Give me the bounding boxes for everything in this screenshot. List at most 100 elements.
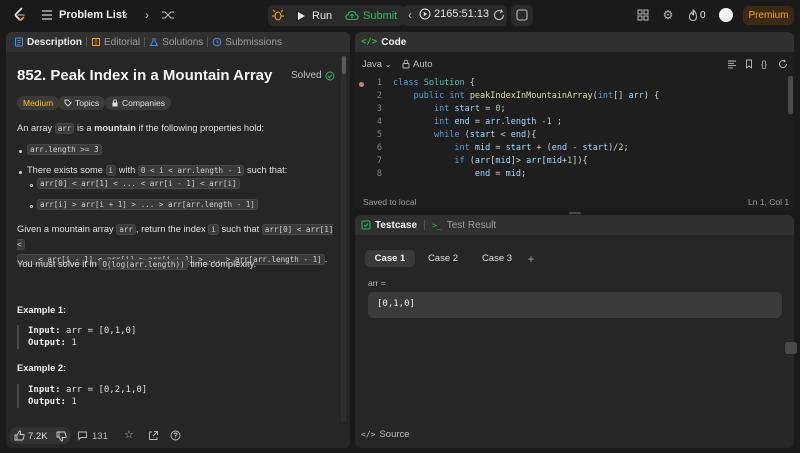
tab-editorial[interactable]: Editorial: [87, 32, 144, 52]
comment-icon[interactable]: [77, 430, 88, 441]
companies-button[interactable]: Companies: [105, 96, 171, 110]
run-button[interactable]: Run: [291, 5, 337, 26]
user-avatar[interactable]: [719, 8, 733, 22]
problem-list-link[interactable]: Problem List: [59, 9, 126, 21]
code-scrollbar[interactable]: [788, 76, 793, 114]
testcase-header: Testcase >_ Test Result: [355, 215, 794, 235]
input-param-field[interactable]: [0,1,0]: [368, 292, 782, 318]
code-line: public int peakIndexInMountainArray(int[…: [413, 91, 660, 101]
settings-gear-icon[interactable]: ⚙: [661, 8, 675, 22]
problem-title: 852. Peak Index in a Mountain Array: [17, 67, 273, 84]
tab-solutions-label: Solutions: [162, 36, 204, 48]
description-scrollbar[interactable]: [341, 56, 346, 424]
streak-count: 0: [700, 9, 706, 21]
panel-resize-handle[interactable]: [569, 212, 581, 214]
chevron-down-icon: ⌄: [384, 59, 392, 69]
debug-bug-icon[interactable]: [271, 8, 285, 22]
inline-code: arr: [116, 224, 136, 235]
shuffle-icon[interactable]: [161, 8, 175, 22]
tab-testcase[interactable]: Testcase: [375, 220, 417, 231]
inline-code: 0 < i < arr.length - 1: [137, 165, 245, 176]
description-scrollbar-thumb[interactable]: [342, 56, 346, 74]
tag-icon: [64, 99, 72, 107]
add-case-button[interactable]: +: [522, 250, 540, 267]
streak-flame-icon[interactable]: [686, 8, 700, 22]
solved-label: Solved: [291, 70, 322, 81]
tab-submissions[interactable]: Submissions: [208, 32, 286, 52]
help-question-icon[interactable]: [170, 430, 181, 441]
desc-text: with: [116, 165, 138, 175]
code-area[interactable]: 1 2 3 4 5 6 7 8 class Solution { public …: [355, 76, 794, 186]
bullet-dot: [19, 171, 22, 174]
solutions-flask-icon: [149, 38, 159, 46]
code-line: while (start < end){: [433, 130, 537, 140]
timer[interactable]: 2165:51:13: [419, 8, 489, 20]
tab-test-result[interactable]: Test Result: [447, 220, 496, 231]
bullet-dot: [19, 150, 22, 153]
timer-collapse-chevron-icon[interactable]: ‹: [403, 8, 417, 22]
note-icon[interactable]: [515, 8, 529, 22]
case-1-tab[interactable]: Case 1: [365, 250, 415, 267]
problem-list-icon[interactable]: [41, 9, 53, 21]
desc-text: such that:: [244, 165, 288, 175]
tab-solutions[interactable]: Solutions: [145, 32, 207, 52]
chevron-left-icon[interactable]: ‹: [119, 8, 133, 22]
example-1-title: Example 1:: [17, 305, 67, 315]
bullet-2: There exists some i with 0 < i < arr.len…: [27, 165, 288, 176]
source-toggle[interactable]: </> Source: [361, 429, 410, 440]
auto-mode[interactable]: Auto: [413, 59, 433, 70]
sub-bullet-1: arr[0] < arr[1] < ... < arr[i - 1] < arr…: [37, 178, 240, 189]
floating-helper-button[interactable]: [785, 342, 797, 354]
code-editor-panel: </> Code Java ⌄ Auto {} 1 2 3 4 5 6 7 8 …: [355, 32, 794, 210]
example-1-output: Output: 1: [28, 337, 337, 349]
submit-button[interactable]: Submit: [341, 5, 401, 26]
reset-code-icon[interactable]: [778, 59, 788, 69]
code-brackets-icon: </>: [361, 37, 378, 47]
inline-code: O(log(arr.length)): [99, 259, 188, 270]
example-2-output: Output: 1: [28, 396, 337, 408]
terminal-icon: >_: [432, 220, 442, 230]
comment-count: 131: [92, 431, 108, 442]
desc-bold: mountain: [94, 123, 136, 133]
tab-description[interactable]: Description: [10, 32, 86, 52]
chevron-right-icon[interactable]: ›: [140, 8, 154, 22]
desc-text: Given a mountain array: [17, 224, 117, 234]
layout-grid-icon[interactable]: [636, 8, 650, 22]
language-select[interactable]: Java ⌄: [362, 59, 391, 70]
play-icon: [298, 11, 305, 20]
code-line: if (arr[mid]> arr[mid+1]){: [454, 156, 588, 166]
example-1-block: Input: arr = [0,1,0] Output: 1: [17, 325, 337, 349]
thumbs-up-icon[interactable]: [14, 430, 25, 441]
output-value: 1: [71, 397, 77, 407]
line-number: 2: [376, 91, 382, 101]
code-line: int mid = start + (end - start)/2;: [454, 143, 629, 153]
bookmark-icon[interactable]: [744, 59, 754, 69]
star-icon[interactable]: ☆: [124, 428, 134, 441]
input-value: arr = [0,1,0]: [65, 326, 137, 336]
share-external-icon[interactable]: [148, 430, 159, 441]
language-label: Java: [362, 58, 383, 70]
code-line: int start = 0;: [433, 104, 506, 114]
case-3-tab[interactable]: Case 3: [472, 250, 522, 267]
format-lines-icon[interactable]: [727, 59, 737, 69]
leetcode-logo-icon[interactable]: [12, 7, 28, 23]
desc-text: time complexity.: [187, 259, 257, 269]
testcase-panel: Testcase >_ Test Result Case 1 Case 2 Ca…: [355, 215, 794, 448]
premium-button[interactable]: Premium: [743, 6, 794, 25]
line-number: 7: [376, 156, 382, 166]
desc-text: An array: [17, 123, 55, 133]
output-label: Output:: [28, 338, 66, 348]
braces-icon[interactable]: {}: [761, 59, 767, 69]
case-2-tab[interactable]: Case 2: [418, 250, 468, 267]
line-number: 8: [376, 169, 382, 179]
thumbs-down-icon[interactable]: [56, 431, 67, 442]
difficulty-badge[interactable]: Medium: [17, 96, 60, 110]
topics-button[interactable]: Topics: [58, 96, 106, 110]
lock-icon: [402, 59, 410, 69]
lock-icon: [112, 99, 118, 107]
code-brackets-icon: </>: [361, 430, 376, 439]
example-2-input: Input: arr = [0,2,1,0]: [28, 384, 337, 396]
reset-timer-icon[interactable]: [492, 8, 506, 22]
bullet-1: arr.length >= 3: [27, 144, 102, 155]
line-number: 3: [376, 104, 382, 114]
